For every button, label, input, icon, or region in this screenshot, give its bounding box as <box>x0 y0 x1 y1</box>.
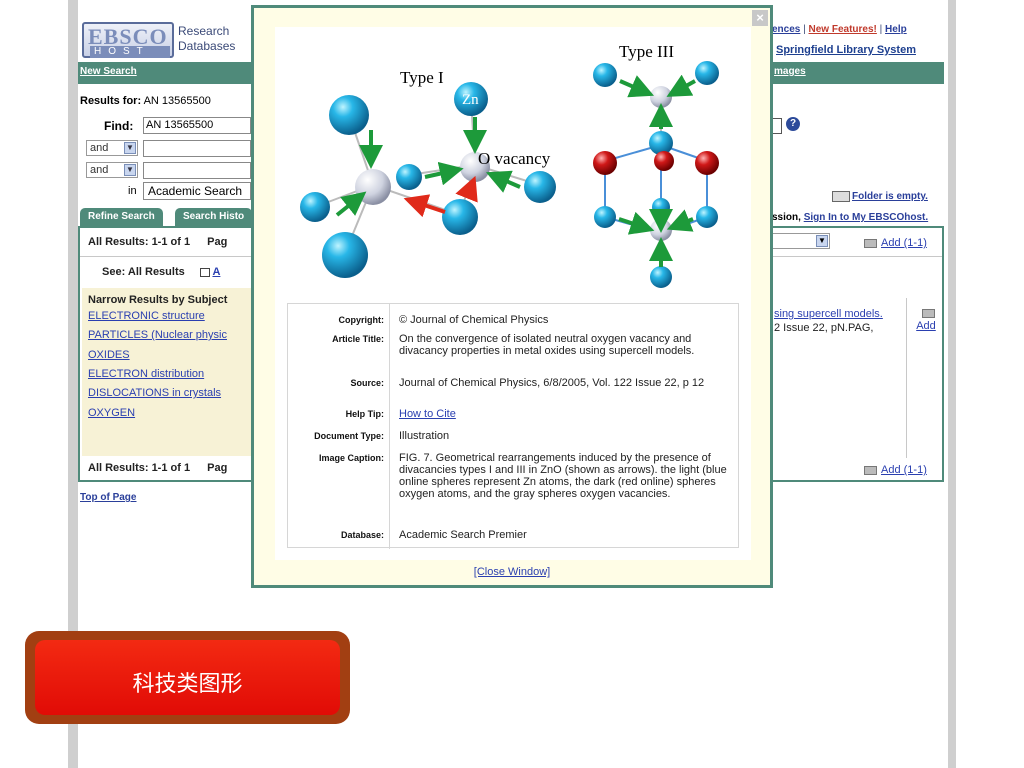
subject-link[interactable]: ELECTRONIC structure <box>88 310 205 322</box>
session-notice: ssion, Sign In to My EBSCOhost. <box>772 212 928 223</box>
session-prefix: ssion, <box>772 212 801 223</box>
tab-refine-search[interactable]: Refine Search <box>80 208 163 226</box>
folder-icon <box>921 308 935 318</box>
caption-value: FIG. 7. Geometrical rearrangements induc… <box>399 452 727 500</box>
images-link[interactable]: mages <box>774 66 806 77</box>
chevron-down-icon: ▼ <box>124 142 136 154</box>
source-label: Source: <box>350 378 384 388</box>
logo-subtitle: Research Databases <box>178 24 235 54</box>
field-select-box[interactable] <box>772 118 782 134</box>
sign-in-link[interactable]: Sign In to My EBSCOhost. <box>804 212 928 223</box>
subject-link[interactable]: PARTICLES (Nuclear physic <box>88 329 227 341</box>
add-to-folder-text: Add <box>916 320 936 332</box>
new-search-link[interactable]: New Search <box>80 66 137 77</box>
title-value: On the convergence of isolated neutral o… <box>399 333 695 357</box>
new-features-link[interactable]: New Features! <box>809 24 877 35</box>
database-label: Database: <box>340 530 384 540</box>
results-for-label: Results for: <box>80 95 142 107</box>
result-title-link[interactable]: sing supercell models. <box>774 308 883 320</box>
doctype-value: Illustration <box>399 430 450 442</box>
boolean-select-2-value: and <box>90 164 109 176</box>
top-links: ences | New Features! | Help <box>772 24 907 35</box>
caption-label: Image Caption: <box>318 453 384 463</box>
see-all-link[interactable]: A <box>212 266 220 278</box>
divider <box>906 298 907 458</box>
list-icon <box>199 267 210 277</box>
database-select[interactable]: Academic Search <box>143 182 251 200</box>
help-icon[interactable]: ? <box>786 117 800 131</box>
add-all-bottom[interactable]: Add (1-1) <box>864 464 927 476</box>
search-term-input-3[interactable] <box>143 162 251 179</box>
library-link[interactable]: Springfield Library System <box>776 44 916 56</box>
find-input[interactable]: AN 13565500 <box>143 117 251 134</box>
help-link[interactable]: Help <box>885 24 907 35</box>
boolean-select-1-value: and <box>90 142 109 154</box>
all-results-bottom: All Results: 1-1 of 1 Pag <box>88 462 227 474</box>
top-of-page-link[interactable]: Top of Page <box>80 492 136 503</box>
image-metadata: Copyright: © Journal of Chemical Physics… <box>287 303 739 549</box>
in-label: in <box>128 185 137 197</box>
molecular-figure: Type I Zn O vacancy Type III <box>300 42 719 288</box>
boolean-select-2[interactable]: and ▼ <box>86 162 138 178</box>
narrow-title: Narrow Results by Subject <box>88 294 228 306</box>
ebsco-logo[interactable]: EBSCO HOST <box>82 22 174 58</box>
search-term-input-2[interactable] <box>143 140 251 157</box>
title-label: Article Title: <box>332 334 384 344</box>
preferences-link[interactable]: ences <box>772 24 800 35</box>
find-label: Find: <box>104 119 134 133</box>
tab-search-history[interactable]: Search Histo <box>175 208 253 226</box>
copyright-label: Copyright: <box>338 315 385 325</box>
add-to-folder[interactable]: Add <box>914 308 938 332</box>
subject-link[interactable]: ELECTRON distribution <box>88 368 204 380</box>
chevron-down-icon: ▼ <box>816 235 828 247</box>
modal-content: Type I Zn O vacancy Type III Copyright: … <box>275 27 751 560</box>
subject-link[interactable]: OXIDES <box>88 349 130 361</box>
logo-sub-databases: Databases <box>178 39 236 53</box>
folder-status-text: Folder is empty. <box>852 191 928 203</box>
subject-link[interactable]: OXYGEN <box>88 407 135 419</box>
page-label-top: Pag <box>207 236 228 248</box>
all-results-top: All Results: 1-1 of 1 Pag <box>88 236 227 248</box>
results-for: Results for: AN 13565500 <box>80 95 211 107</box>
zn-label: Zn <box>462 92 479 108</box>
close-icon[interactable]: × <box>752 10 768 26</box>
o-vacancy-label: O vacancy <box>478 149 551 168</box>
page-label-bottom: Pag <box>207 462 228 474</box>
add-all-top[interactable]: Add (1-1) <box>864 237 927 249</box>
badge-text: 科技类图形 <box>132 672 243 697</box>
database-value: Academic Search Premier <box>399 529 527 541</box>
result-source: 2 Issue 22, pN.PAG, <box>774 322 874 334</box>
how-to-cite-link[interactable]: How to Cite <box>399 408 456 420</box>
sort-select[interactable]: ▼ <box>772 233 830 249</box>
copyright-value: © Journal of Chemical Physics <box>399 314 549 326</box>
logo-sub-research: Research <box>178 24 230 38</box>
see-all-results: See: All Results A <box>102 266 220 278</box>
all-results-top-text: All Results: 1-1 of 1 <box>88 236 191 248</box>
folder-status[interactable]: Folder is empty. <box>832 191 928 202</box>
badge-inner: 科技类图形 <box>35 640 340 715</box>
category-badge: 科技类图形 <box>25 631 350 724</box>
folder-icon <box>832 191 850 202</box>
source-value: Journal of Chemical Physics, 6/8/2005, V… <box>399 377 705 389</box>
type-iii-label: Type III <box>619 42 674 61</box>
close-window-link[interactable]: [Close Window] <box>254 566 770 578</box>
folder-icon <box>864 465 877 475</box>
subject-link[interactable]: DISLOCATIONS in crystals <box>88 387 221 399</box>
doctype-label: Document Type: <box>314 431 384 441</box>
see-all-results-text: See: All Results <box>102 266 185 278</box>
divider <box>389 304 390 549</box>
help-tip-label: Help Tip: <box>345 409 384 419</box>
chevron-down-icon: ▼ <box>124 164 136 176</box>
type-i-label: Type I <box>400 68 444 87</box>
folder-icon <box>864 238 877 248</box>
results-for-value: AN 13565500 <box>143 95 211 107</box>
add-all-top-text: Add (1-1) <box>881 237 927 249</box>
logo-box: EBSCO HOST <box>82 22 174 58</box>
all-results-bottom-text: All Results: 1-1 of 1 <box>88 462 191 474</box>
narrow-by-subject: Narrow Results by Subject ELECTRONIC str… <box>82 288 254 456</box>
add-all-bottom-text: Add (1-1) <box>881 464 927 476</box>
image-detail-modal: × Type I Zn O vacancy Type III Copyright… <box>251 5 773 588</box>
logo-host-text: HOST <box>90 46 170 58</box>
boolean-select-1[interactable]: and ▼ <box>86 140 138 156</box>
